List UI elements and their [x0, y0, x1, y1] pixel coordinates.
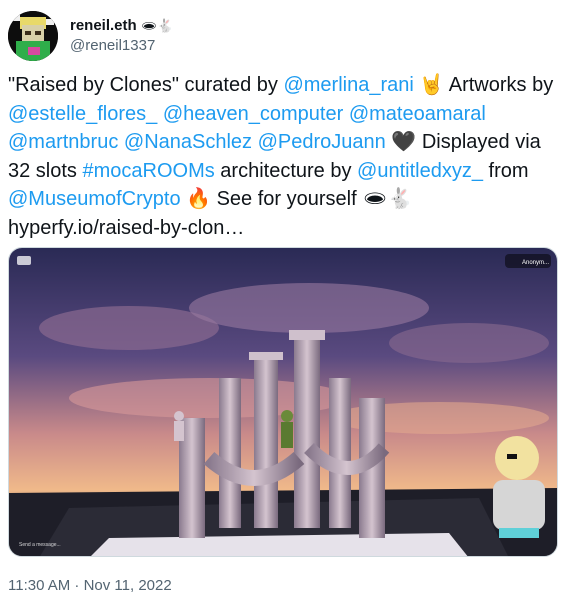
mention-link[interactable]: @untitledxyz_ [357, 160, 483, 182]
tweet-text-fragment: 🔥 See for yourself 🕳🐇 [180, 188, 413, 210]
user-pill-label: Anonym... [522, 260, 549, 266]
mention-link[interactable]: @heaven_computer [163, 103, 343, 125]
avatar[interactable] [8, 11, 58, 61]
mention-link[interactable]: @PedroJuann [258, 131, 386, 153]
author-names: reneil.eth 🕳🐇 @reneil1337 [70, 16, 173, 56]
chat-input-placeholder[interactable]: Send a message... [19, 542, 61, 548]
media-scene: Anonym... Send a message... [9, 248, 557, 556]
mention-link[interactable]: @NanaSchlez [124, 131, 252, 153]
avatar-image [8, 11, 58, 61]
tweet-header: reneil.eth 🕳🐇 @reneil1337 [8, 10, 173, 62]
vr-icon[interactable] [17, 256, 31, 265]
mention-link[interactable]: @mateoamaral [349, 103, 486, 125]
hashtag-link[interactable]: #mocaROOMs [82, 160, 214, 182]
tweet-text-fragment: 🤘 Artworks by [413, 74, 554, 96]
tweet-text-fragment: from [482, 159, 529, 182]
author-handle[interactable]: @reneil1337 [70, 36, 173, 56]
tweet-timestamp[interactable]: 11:30 AM · Nov 11, 2022 [8, 576, 172, 596]
mention-link[interactable]: @merlina_rani [283, 74, 413, 96]
display-name-row[interactable]: reneil.eth 🕳🐇 [70, 16, 173, 36]
tweet-media-video[interactable]: Anonym... Send a message... [8, 247, 558, 557]
display-name[interactable]: reneil.eth [70, 16, 137, 36]
tweet-text-fragment: "Raised by Clones" curated by [8, 74, 284, 96]
mention-link[interactable]: @MuseumofCrypto [8, 188, 181, 210]
mention-link[interactable]: @estelle_flores_ [8, 103, 157, 125]
name-emoji: 🕳🐇 [140, 18, 174, 33]
tweet: reneil.eth 🕳🐇 @reneil1337 "Raised by Clo… [0, 0, 563, 603]
mention-link[interactable]: @martnbruc [8, 131, 118, 153]
url-link[interactable]: hyperfy.io/raised-by-clon… [8, 217, 244, 239]
tweet-text: "Raised by Clones" curated by @merlina_r… [8, 71, 556, 242]
tweet-text-fragment: architecture by [214, 159, 358, 182]
